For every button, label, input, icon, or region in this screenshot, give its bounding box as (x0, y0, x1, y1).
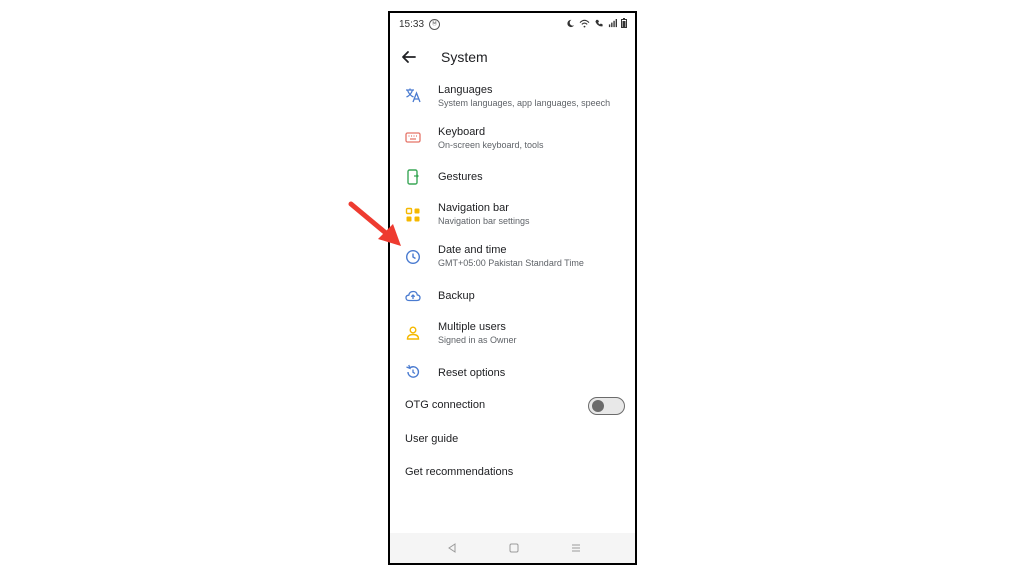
status-time: 15:33 (399, 19, 425, 30)
gestures-title: Gestures (438, 171, 483, 183)
status-badge: Ⓜ (429, 19, 440, 30)
translate-icon (406, 88, 421, 103)
toggle-knob (592, 400, 604, 412)
reset-icon (406, 364, 420, 378)
red-annotation-arrow-icon (348, 201, 401, 246)
user-icon (406, 326, 420, 340)
signal-icon (608, 18, 617, 27)
otg-connection-title: OTG connection (405, 399, 486, 411)
status-icons (566, 18, 627, 28)
nav-menu-icon[interactable] (570, 542, 582, 554)
list-item-navigation-bar[interactable]: Navigation bar Navigation bar settings (390, 197, 635, 239)
keyboard-title: Keyboard (438, 126, 486, 138)
status-bar: 15:33 Ⓜ (390, 13, 635, 35)
navigation-bar-subtitle: Navigation bar settings (438, 216, 530, 226)
list-item-keyboard[interactable]: Keyboard On-screen keyboard, tools (390, 121, 635, 163)
list-item-otg-connection[interactable]: OTG connection (390, 389, 635, 423)
languages-title: Languages (438, 84, 493, 96)
user-guide-title: User guide (405, 433, 459, 445)
date-and-time-subtitle: GMT+05:00 Pakistan Standard Time (438, 258, 584, 268)
back-arrow-icon[interactable] (399, 47, 419, 67)
nav-home-icon[interactable] (508, 542, 520, 554)
keyboard-icon (405, 132, 421, 143)
otg-toggle-switch[interactable] (588, 397, 625, 415)
list-item-backup[interactable]: Backup (390, 281, 635, 315)
page-title: System (441, 49, 488, 65)
app-bar: System (390, 43, 635, 73)
navigation-bar-icon (405, 207, 420, 222)
navigation-bar-title: Navigation bar (438, 202, 509, 214)
list-item-reset-options[interactable]: Reset options (390, 357, 635, 389)
wifi-icon (579, 19, 590, 28)
keyboard-subtitle: On-screen keyboard, tools (438, 140, 544, 150)
get-recommendations-title: Get recommendations (405, 466, 514, 478)
battery-icon (621, 18, 627, 28)
phone-screen: 15:33 Ⓜ System Languages System language… (388, 11, 637, 565)
list-item-multiple-users[interactable]: Multiple users Signed in as Owner (390, 315, 635, 357)
settings-list: Languages System languages, app language… (390, 79, 635, 489)
multiple-users-subtitle: Signed in as Owner (438, 335, 517, 345)
backup-title: Backup (438, 290, 475, 302)
multiple-users-title: Multiple users (438, 321, 506, 333)
list-item-languages[interactable]: Languages System languages, app language… (390, 79, 635, 121)
cloud-upload-icon (405, 290, 421, 302)
date-and-time-title: Date and time (438, 244, 507, 256)
nav-back-icon[interactable] (446, 542, 458, 554)
list-item-gestures[interactable]: Gestures (390, 163, 635, 197)
list-item-user-guide[interactable]: User guide (390, 423, 635, 456)
list-item-date-and-time[interactable]: Date and time GMT+05:00 Pakistan Standar… (390, 239, 635, 281)
languages-subtitle: System languages, app languages, speech (438, 98, 611, 108)
call-icon (595, 19, 603, 26)
reset-options-title: Reset options (438, 367, 506, 379)
moon-icon (567, 19, 575, 27)
list-item-get-recommendations[interactable]: Get recommendations (390, 456, 635, 489)
system-navigation-bar (390, 533, 635, 563)
gestures-icon (407, 169, 419, 185)
clock-icon (405, 249, 421, 265)
